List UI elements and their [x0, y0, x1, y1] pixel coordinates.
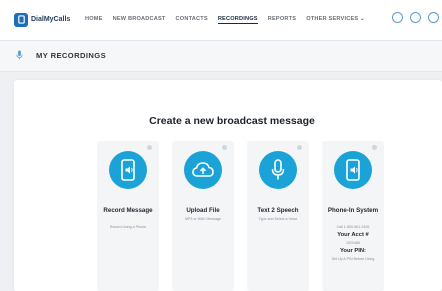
help-icon[interactable]: [392, 12, 403, 23]
nav-new-broadcast[interactable]: NEW BROADCAST: [113, 16, 166, 24]
microphone-icon: [271, 159, 285, 180]
pin-label: Your PIN:: [340, 248, 366, 254]
app-window: DialMyCalls HOME NEW BROADCAST CONTACTS …: [0, 0, 442, 291]
option-upload-file[interactable]: Upload File MP3 or WAV Message: [172, 141, 234, 291]
nav-reports[interactable]: REPORTS: [268, 16, 296, 24]
logo[interactable]: DialMyCalls: [14, 12, 70, 27]
option-record-message[interactable]: Record Message Record Using a Phone: [97, 141, 159, 291]
option-icon-circle: [334, 151, 372, 189]
phone-speaker-icon: [346, 159, 360, 181]
option-title: Phone-In System: [327, 207, 379, 214]
nav-other-services[interactable]: OTHER SERVICES ⌄: [306, 16, 365, 24]
info-icon[interactable]: [372, 145, 377, 150]
logo-text: DialMyCalls: [31, 16, 71, 23]
top-navigation-bar: DialMyCalls HOME NEW BROADCAST CONTACTS …: [0, 0, 442, 41]
cloud-upload-icon: [192, 162, 214, 177]
create-broadcast-headline: Create a new broadcast message: [149, 115, 315, 127]
option-icon-circle: [109, 151, 147, 189]
recordings-card: Create a new broadcast message Record Me…: [14, 80, 442, 291]
nav-home[interactable]: HOME: [85, 16, 103, 24]
section-header: MY RECORDINGS: [0, 41, 442, 72]
option-title: Record Message: [103, 207, 153, 214]
option-phone-in-system[interactable]: Phone-In System Call 1-800-961-2406 Your…: [322, 141, 384, 291]
option-subtitle: Type and Select a Voice: [258, 217, 298, 221]
option-text-to-speech[interactable]: Text 2 Speech Type and Select a Voice: [247, 141, 309, 291]
info-icon[interactable]: [297, 145, 302, 150]
nav-recordings[interactable]: RECORDINGS: [217, 16, 258, 24]
info-icon[interactable]: [222, 145, 227, 150]
account-icon[interactable]: [428, 12, 439, 23]
main-nav: HOME NEW BROADCAST CONTACTS RECORDINGS R…: [85, 16, 365, 24]
option-subtitle: MP3 or WAV Message: [185, 217, 221, 221]
chat-icon[interactable]: [410, 12, 421, 23]
logo-icon: [14, 12, 28, 27]
info-icon[interactable]: [147, 145, 152, 150]
page-title: MY RECORDINGS: [36, 51, 107, 60]
top-icon-group: [392, 12, 439, 23]
option-icon-circle: [259, 151, 297, 189]
account-number-label: Your Acct #: [337, 232, 369, 238]
option-subtitle: Record Using a Phone: [109, 225, 147, 229]
pin-value: Set Up A PIN Before Using: [331, 257, 375, 261]
phone-number-text: Call 1-800-961-2406: [336, 225, 370, 229]
phone-speaker-icon: [121, 159, 135, 181]
option-title: Text 2 Speech: [257, 207, 299, 214]
option-title: Upload File: [186, 207, 220, 214]
nav-contacts[interactable]: CONTACTS: [176, 16, 208, 24]
option-icon-circle: [184, 151, 222, 189]
account-number-value: 1020485: [346, 241, 360, 245]
microphone-icon: [16, 50, 23, 60]
